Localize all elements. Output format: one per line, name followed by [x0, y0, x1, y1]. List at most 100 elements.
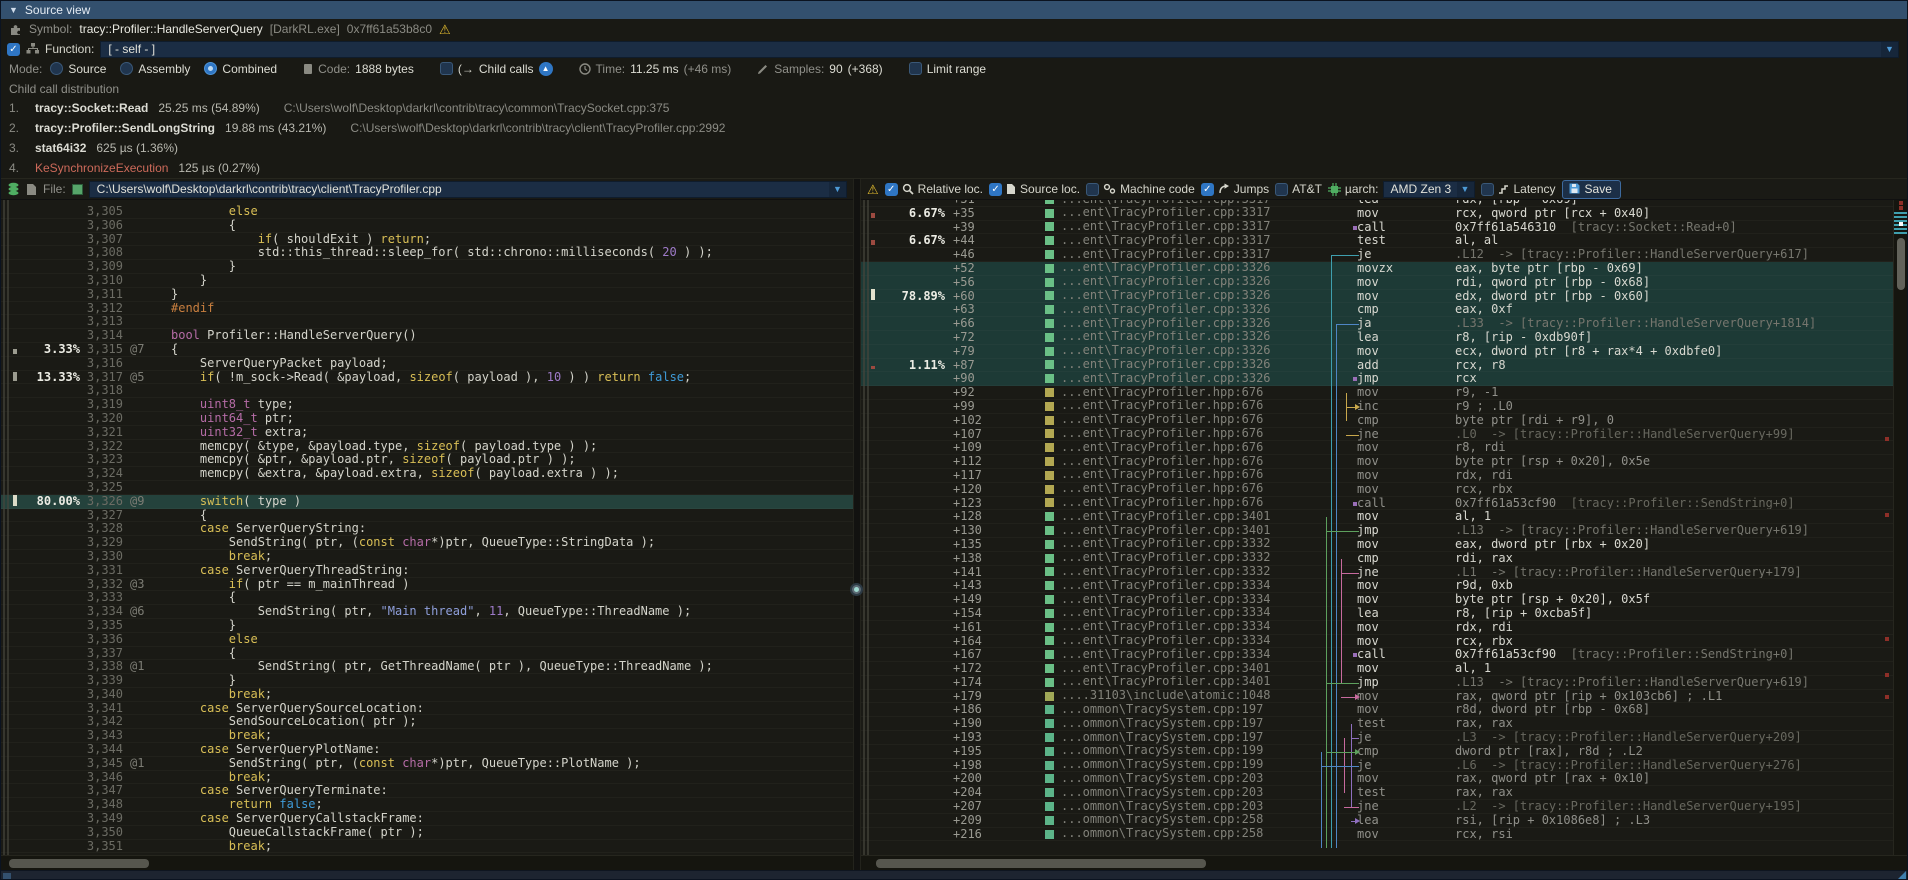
source-line[interactable]: 3,324 memcpy( &extra, &payload.extra, si… — [1, 467, 853, 481]
source-line[interactable]: 3,332@3 if( ptr == m_mainThread ) — [1, 578, 853, 592]
file-select[interactable]: C:\Users\wolf\Desktop\darkrl\contrib\tra… — [89, 181, 847, 198]
asm-row[interactable]: +138...ent\TracyProfiler.cpp:3332cmprdi,… — [861, 552, 1907, 566]
source-line[interactable]: 3,331 case ServerQueryThreadString: — [1, 564, 853, 578]
source-line[interactable]: 3,336 else — [1, 633, 853, 647]
source-line[interactable]: 3,312#endif — [1, 302, 853, 316]
source-line[interactable]: 3,313 — [1, 315, 853, 329]
source-line[interactable]: 3,350 QueueCallstackFrame( ptr ); — [1, 826, 853, 840]
asm-row[interactable]: +209...ommon\TracySystem.cpp:258learsi, … — [861, 814, 1907, 828]
uarch-select[interactable]: AMD Zen 3 ▼ — [1383, 181, 1475, 198]
source-line[interactable]: 3,346 break; — [1, 771, 853, 785]
asm-row[interactable]: 78.89%+60...ent\TracyProfiler.cpp:3326mo… — [861, 290, 1907, 304]
asm-row[interactable]: +90...ent\TracyProfiler.cpp:3326jmprcx — [861, 372, 1907, 386]
source-line[interactable]: 3,344 case ServerQueryPlotName: — [1, 743, 853, 757]
latency-toggle[interactable]: Latency — [1481, 182, 1556, 196]
source-hscrollbar[interactable] — [1, 855, 853, 870]
asm-row[interactable]: +198...ommon\TracySystem.cpp:199je.L6 ->… — [861, 759, 1907, 773]
asm-row[interactable]: +117...ent\TracyProfiler.hpp:676movrdx, … — [861, 469, 1907, 483]
source-loc-checkbox[interactable] — [989, 183, 1002, 196]
source-line[interactable]: 3,318 — [1, 384, 853, 398]
asm-row[interactable]: +107...ent\TracyProfiler.hpp:676jne.L0 -… — [861, 428, 1907, 442]
relative-loc-toggle[interactable]: Relative loc. — [885, 182, 983, 196]
expand-up-button[interactable]: ▲ — [539, 62, 553, 76]
mode-option-source[interactable]: Source — [50, 62, 106, 76]
asm-row[interactable]: +216...ommon\TracySystem.cpp:258movrcx, … — [861, 828, 1907, 842]
source-line[interactable]: 3,329 SendString( ptr, (const char*)ptr,… — [1, 536, 853, 550]
asm-row[interactable]: 6.67%+44...ent\TracyProfiler.cpp:3317tes… — [861, 234, 1907, 248]
asm-row[interactable]: +102...ent\TracyProfiler.hpp:676cmpbyte … — [861, 414, 1907, 428]
att-checkbox[interactable] — [1275, 183, 1288, 196]
source-line[interactable]: 3,310 } — [1, 274, 853, 288]
source-line[interactable]: 3,339 } — [1, 674, 853, 688]
chevron-down-icon[interactable]: ▼ — [1881, 42, 1898, 57]
asm-row[interactable]: +179....31103\include\atomic:1048movrax,… — [861, 690, 1907, 704]
asm-row[interactable]: +72...ent\TracyProfiler.cpp:3326lear8, [… — [861, 331, 1907, 345]
source-line[interactable]: 3,325 — [1, 481, 853, 495]
source-line[interactable]: 3,349 case ServerQueryCallstackFrame: — [1, 812, 853, 826]
source-line[interactable]: 3,309 } — [1, 260, 853, 274]
scroll-thumb[interactable] — [9, 859, 149, 868]
asm-row[interactable]: 6.67%+35...ent\TracyProfiler.cpp:3317mov… — [861, 207, 1907, 221]
asm-row[interactable]: +120...ent\TracyProfiler.hpp:676movrcx, … — [861, 483, 1907, 497]
chevron-down-icon[interactable]: ▼ — [829, 182, 846, 197]
asm-row[interactable]: +164...ent\TracyProfiler.cpp:3334movrcx,… — [861, 635, 1907, 649]
source-line[interactable]: 3,341 case ServerQuerySourceLocation: — [1, 702, 853, 716]
assembly-view[interactable]: +31...ent\TracyProfiler.cpp:3317leardx, … — [861, 200, 1907, 855]
asm-row[interactable]: +112...ent\TracyProfiler.hpp:676movbyte … — [861, 455, 1907, 469]
asm-row[interactable]: +174...ent\TracyProfiler.cpp:3401jmp.L13… — [861, 676, 1907, 690]
source-line[interactable]: 3,340 break; — [1, 688, 853, 702]
asm-row[interactable]: +109...ent\TracyProfiler.hpp:676movr8, r… — [861, 441, 1907, 455]
source-line[interactable]: 3,345@1 SendString( ptr, (const char*)pt… — [1, 757, 853, 771]
child-call-item[interactable]: 4.KeSynchronizeExecution125 µs (0.27%) — [1, 158, 1907, 178]
source-line[interactable]: 3,316 ServerQueryPacket payload; — [1, 357, 853, 371]
source-line[interactable]: 3,311} — [1, 288, 853, 302]
source-line[interactable]: 3,348 return false; — [1, 798, 853, 812]
asm-row[interactable]: +167...ent\TracyProfiler.cpp:3334call0x7… — [861, 648, 1907, 662]
resize-grip[interactable] — [1897, 871, 1906, 880]
latency-checkbox[interactable] — [1481, 183, 1494, 196]
asm-row[interactable]: +190...ommon\TracySystem.cpp:197testrax,… — [861, 717, 1907, 731]
collapse-icon[interactable]: ▼ — [9, 5, 18, 15]
child-calls-checkbox[interactable] — [440, 62, 453, 75]
asm-row[interactable]: +130...ent\TracyProfiler.cpp:3401jmp.L13… — [861, 524, 1907, 538]
asm-row[interactable]: +63...ent\TracyProfiler.cpp:3326cmpeax, … — [861, 303, 1907, 317]
save-button[interactable]: Save — [1562, 180, 1621, 199]
asm-row[interactable]: 1.11%+87...ent\TracyProfiler.cpp:3326add… — [861, 359, 1907, 373]
titlebar[interactable]: ▼ Source view — [1, 1, 1907, 19]
machine-code-toggle[interactable]: Machine code — [1086, 182, 1195, 196]
asm-row[interactable]: +99...ent\TracyProfiler.hpp:676incr9 ; .… — [861, 400, 1907, 414]
mode-option-assembly[interactable]: Assembly — [120, 62, 190, 76]
source-line[interactable]: 3,343 break; — [1, 729, 853, 743]
function-select[interactable]: [ - self - ] ▼ — [100, 41, 1899, 58]
source-line[interactable]: 80.00%3,326@9 switch( type ) — [1, 495, 853, 509]
source-line[interactable]: 3,334@6 SendString( ptr, "Main thread", … — [1, 605, 853, 619]
jumps-toggle[interactable]: Jumps — [1201, 182, 1269, 196]
asm-row[interactable]: +141...ent\TracyProfiler.cpp:3332jne.L1 … — [861, 566, 1907, 580]
asm-row[interactable]: +31...ent\TracyProfiler.cpp:3317leardx, … — [861, 200, 1907, 207]
relative-loc-checkbox[interactable] — [885, 183, 898, 196]
asm-row[interactable]: +56...ent\TracyProfiler.cpp:3326movrdi, … — [861, 276, 1907, 290]
asm-row[interactable]: +143...ent\TracyProfiler.cpp:3334movr9d,… — [861, 579, 1907, 593]
mode-option-combined[interactable]: Combined — [204, 62, 277, 76]
jumps-checkbox[interactable] — [1201, 183, 1214, 196]
source-line[interactable]: 3,305 else — [1, 205, 853, 219]
att-toggle[interactable]: AT&T — [1275, 182, 1322, 196]
source-line[interactable]: 3,347 case ServerQueryTerminate: — [1, 784, 853, 798]
source-code-view[interactable]: 3,305 else3,306 {3,307 if( shouldExit ) … — [1, 200, 853, 855]
source-line[interactable]: 3,306 { — [1, 219, 853, 233]
source-line[interactable]: 3,338@1 SendString( ptr, GetThreadName( … — [1, 660, 853, 674]
source-line[interactable]: 3,314bool Profiler::HandleServerQuery() — [1, 329, 853, 343]
radio-assembly[interactable] — [120, 62, 133, 75]
asm-row[interactable]: +79...ent\TracyProfiler.cpp:3326movecx, … — [861, 345, 1907, 359]
source-line[interactable]: 3,307 if( shouldExit ) return; — [1, 233, 853, 247]
asm-row[interactable]: +128...ent\TracyProfiler.cpp:3401moval, … — [861, 510, 1907, 524]
asm-row[interactable]: +149...ent\TracyProfiler.cpp:3334movbyte… — [861, 593, 1907, 607]
child-call-item[interactable]: 2.tracy::Profiler::SendLongString19.88 m… — [1, 118, 1907, 138]
scroll-thumb[interactable] — [1897, 238, 1905, 290]
function-checkbox[interactable] — [7, 43, 20, 56]
radio-source[interactable] — [50, 62, 63, 75]
assembly-hscrollbar[interactable] — [861, 855, 1907, 870]
pane-divider[interactable] — [853, 179, 861, 870]
asm-row[interactable]: +123...ent\TracyProfiler.hpp:676call0x7f… — [861, 497, 1907, 511]
asm-row[interactable]: +200...ommon\TracySystem.cpp:203movrax, … — [861, 772, 1907, 786]
